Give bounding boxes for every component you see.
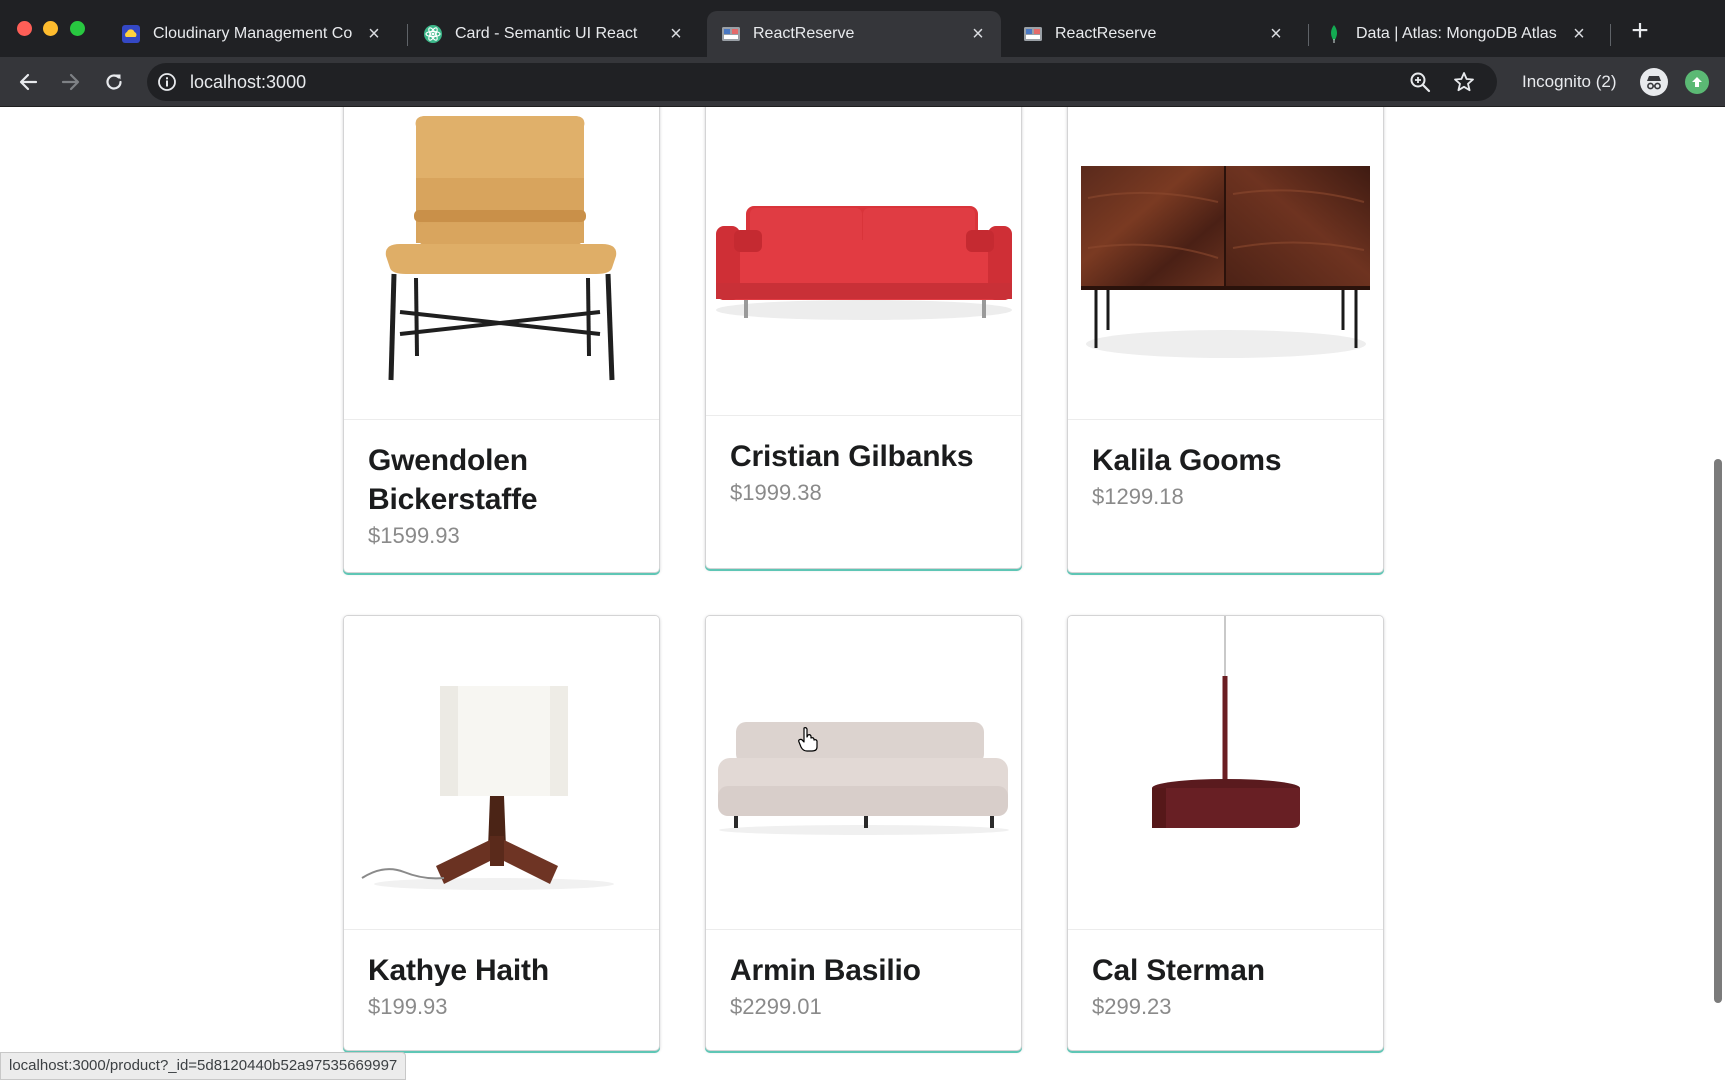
product-card[interactable]: Kalila Gooms $1299.18 bbox=[1067, 107, 1384, 573]
product-image-grey-sofa[interactable] bbox=[706, 616, 1021, 930]
hand-cursor-icon bbox=[798, 727, 818, 752]
product-image-pendant-light[interactable] bbox=[1068, 616, 1383, 930]
tab-close-icon[interactable]: × bbox=[667, 24, 685, 44]
address-bar[interactable]: localhost:3000 bbox=[147, 63, 1497, 101]
product-price: $1599.93 bbox=[368, 523, 460, 548]
link-status-bar: localhost:3000/product?_id=5d8120440b52a… bbox=[0, 1052, 407, 1080]
reactreserve-icon bbox=[721, 24, 741, 44]
card-content: Kalila Gooms $1299.18 bbox=[1068, 441, 1383, 512]
back-button[interactable] bbox=[12, 66, 44, 98]
arrow-left-icon bbox=[19, 73, 38, 91]
product-card[interactable]: Cristian Gilbanks $1999.38 bbox=[705, 107, 1022, 569]
product-name[interactable]: Cal Sterman bbox=[1092, 951, 1359, 990]
new-tab-button[interactable]: + bbox=[1625, 16, 1655, 46]
product-name[interactable]: Kalila Gooms bbox=[1092, 441, 1359, 480]
window-minimize-button[interactable] bbox=[43, 21, 58, 36]
arrow-right-icon bbox=[61, 73, 80, 91]
tab-title: Data | Atlas: MongoDB Atlas bbox=[1356, 25, 1557, 42]
tab-reactreserve-active[interactable]: ReactReserve × bbox=[707, 11, 1001, 57]
product-price: $299.23 bbox=[1092, 994, 1172, 1019]
tab-strip: Cloudinary Management Co × Card - Semant… bbox=[0, 0, 1725, 57]
product-card[interactable]: Armin Basilio $2299.01 bbox=[705, 615, 1022, 1051]
reload-icon bbox=[106, 74, 122, 90]
reload-button[interactable] bbox=[98, 66, 130, 98]
card-content: Gwendolen Bickerstaffe $1599.93 bbox=[344, 441, 659, 551]
window-zoom-button[interactable] bbox=[70, 21, 85, 36]
product-image-walnut-sideboard[interactable] bbox=[1068, 107, 1383, 420]
tab-separator bbox=[1610, 24, 1611, 46]
mongodb-leaf-icon bbox=[1324, 24, 1344, 44]
product-price: $199.93 bbox=[368, 994, 448, 1019]
incognito-icon[interactable] bbox=[1640, 68, 1668, 96]
product-card[interactable]: Gwendolen Bickerstaffe $1599.93 bbox=[343, 107, 660, 573]
browser-toolbar: localhost:3000 Incognito (2) bbox=[0, 57, 1725, 107]
product-name[interactable]: Cristian Gilbanks bbox=[730, 437, 997, 476]
tab-close-icon[interactable]: × bbox=[365, 24, 383, 44]
tab-semantic-ui[interactable]: Card - Semantic UI React × bbox=[409, 11, 699, 57]
zoom-icon[interactable] bbox=[1409, 71, 1431, 93]
extension-icon[interactable] bbox=[1685, 70, 1709, 94]
product-price: $1999.38 bbox=[730, 480, 822, 505]
cloudinary-icon bbox=[121, 24, 141, 44]
forward-button[interactable] bbox=[55, 66, 87, 98]
product-image-lounge-chair[interactable] bbox=[344, 107, 659, 420]
tab-separator bbox=[1308, 24, 1309, 46]
page-scrollbar[interactable] bbox=[1714, 459, 1722, 1003]
page-viewport: Gwendolen Bickerstaffe $1599.93 Cristian… bbox=[0, 107, 1725, 1080]
reactreserve-icon bbox=[1023, 24, 1043, 44]
url-text[interactable]: localhost:3000 bbox=[190, 72, 306, 93]
bookmark-star-icon[interactable] bbox=[1452, 70, 1476, 94]
tab-title: Card - Semantic UI React bbox=[455, 25, 638, 42]
product-name[interactable]: Kathye Haith bbox=[368, 951, 635, 990]
react-icon bbox=[423, 24, 443, 44]
tab-title: ReactReserve bbox=[753, 25, 855, 42]
tab-separator bbox=[407, 24, 408, 46]
product-card[interactable]: Kathye Haith $199.93 bbox=[343, 615, 660, 1051]
product-image-red-sofa[interactable] bbox=[706, 107, 1021, 416]
info-icon[interactable] bbox=[157, 72, 177, 92]
tab-title: ReactReserve bbox=[1055, 25, 1157, 42]
card-content: Armin Basilio $2299.01 bbox=[706, 951, 1021, 1022]
tab-title: Cloudinary Management Co bbox=[153, 25, 353, 42]
tab-cloudinary[interactable]: Cloudinary Management Co × bbox=[107, 11, 397, 57]
tab-close-icon[interactable]: × bbox=[1267, 24, 1285, 44]
tab-mongodb-atlas[interactable]: Data | Atlas: MongoDB Atlas × bbox=[1310, 11, 1602, 57]
card-content: Cal Sterman $299.23 bbox=[1068, 951, 1383, 1022]
product-card[interactable]: Cal Sterman $299.23 bbox=[1067, 615, 1384, 1051]
card-content: Cristian Gilbanks $1999.38 bbox=[706, 437, 1021, 508]
product-name[interactable]: Gwendolen Bickerstaffe bbox=[368, 441, 635, 519]
card-content: Kathye Haith $199.93 bbox=[344, 951, 659, 1022]
window-close-button[interactable] bbox=[17, 21, 32, 36]
product-price: $2299.01 bbox=[730, 994, 822, 1019]
incognito-label[interactable]: Incognito (2) bbox=[1522, 72, 1617, 92]
product-price: $1299.18 bbox=[1092, 484, 1184, 509]
product-image-table-lamp[interactable] bbox=[344, 616, 659, 930]
tab-close-icon[interactable]: × bbox=[1570, 24, 1588, 44]
product-name[interactable]: Armin Basilio bbox=[730, 951, 997, 990]
tab-close-icon[interactable]: × bbox=[969, 24, 987, 44]
tab-reactreserve[interactable]: ReactReserve × bbox=[1009, 11, 1299, 57]
